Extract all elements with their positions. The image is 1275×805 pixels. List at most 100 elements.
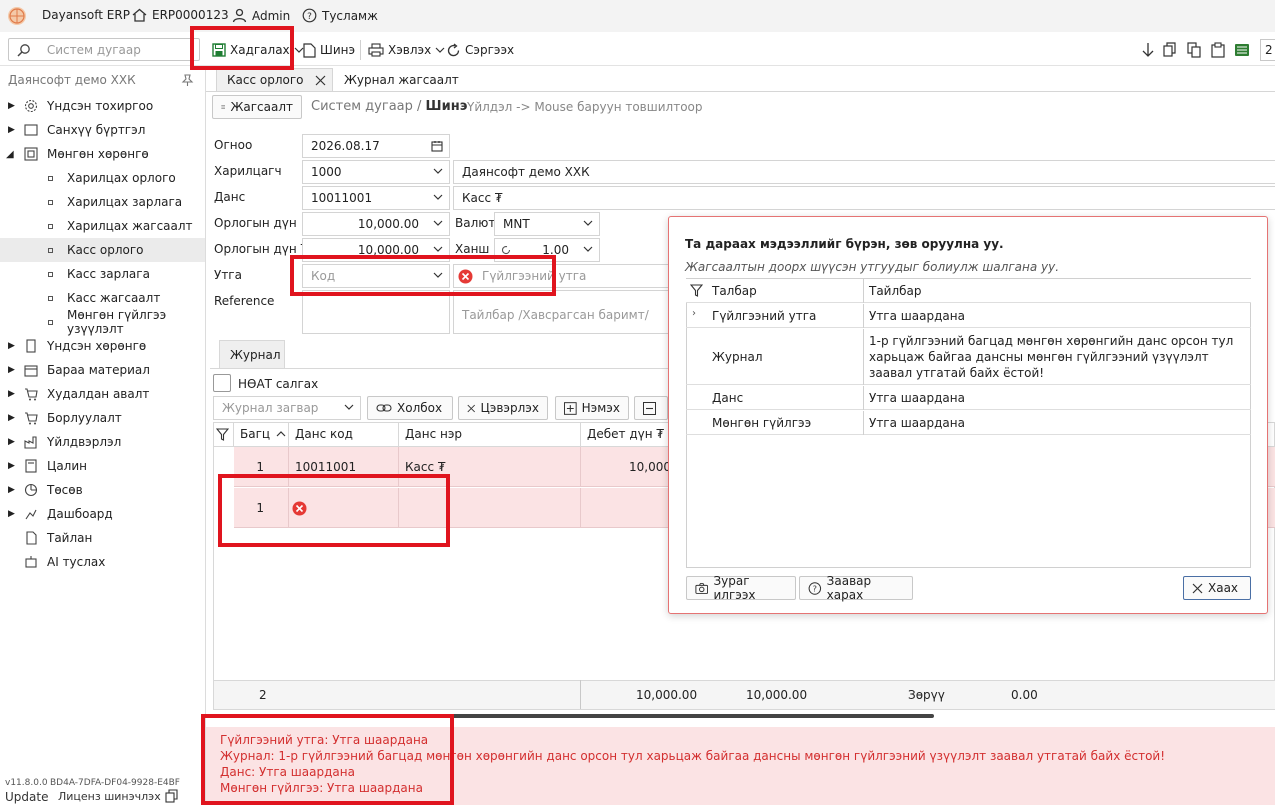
cell-debit[interactable]: 10,000 (581, 447, 671, 487)
new-button[interactable]: Шинэ (303, 39, 355, 61)
license-update-link[interactable]: Лиценз шинэчлэх (58, 790, 161, 803)
error-table-row[interactable]: › Гүйлгээний утга Утга шаардана (686, 304, 1251, 328)
rate-field[interactable]: 1.00 (494, 238, 600, 262)
toolbar: Систем дугаар Хадгалах Шинэ Хэвлэх Сэргэ… (0, 34, 1275, 66)
sidebar-item-inventory[interactable]: ▶ Бараа материал (0, 358, 205, 382)
link-button-label: Холбох (397, 401, 443, 415)
link-icon (376, 404, 392, 412)
reference-field[interactable] (302, 290, 450, 334)
page-size-input[interactable]: 2 (1260, 39, 1275, 61)
sidebar-item-bank-expense[interactable]: Харилцах зарлага (0, 190, 205, 214)
excel-icon[interactable] (1234, 42, 1250, 58)
partner-code-field[interactable]: 1000 (302, 160, 450, 184)
footer-count: 2 (259, 688, 267, 702)
sidebar-item-cash-list[interactable]: Касс жагсаалт (0, 286, 205, 310)
sidebar-item-label: Мөнгөн гүйлгээ узүүлэлт (67, 308, 167, 336)
user-menu[interactable]: Admin (232, 8, 290, 23)
tab-journal[interactable]: Журнал (219, 340, 285, 369)
account-name-field[interactable]: Касс ₮ (453, 186, 1275, 210)
sidebar-item-cash[interactable]: ◢ Мөнгөн хөрөнгө (0, 142, 205, 166)
cell-batch[interactable]: 1 (234, 447, 289, 487)
column-header-account-code[interactable]: Данс код (289, 422, 399, 447)
sidebar-item-bank-list[interactable]: Харилцах жагсаалт (0, 214, 205, 238)
sidebar-item-purchase[interactable]: ▶ Худалдан авалт (0, 382, 205, 406)
refresh-button[interactable]: Сэргээх (446, 39, 514, 61)
expand-arrow-icon: ▶ (8, 413, 15, 423)
transaction-value-field[interactable]: Гүйлгээний утга (453, 264, 683, 288)
save-button[interactable]: Хадгалах (212, 39, 304, 61)
copy-icon[interactable] (1163, 42, 1177, 58)
amount-mnt-field[interactable]: 10,000.00 (302, 238, 450, 262)
tab-journal-list[interactable]: Журнал жагсаалт (334, 68, 469, 91)
sidebar-item-sales[interactable]: ▶ Борлуулалт (0, 406, 205, 430)
clipboard-icon[interactable] (1211, 42, 1225, 58)
sidebar-item-label: Дашбоард (47, 507, 113, 521)
cell-debit[interactable] (581, 488, 671, 528)
add-button[interactable]: Нэмэх (555, 396, 629, 420)
database-selector[interactable]: ERP0000123 (132, 8, 229, 22)
sidebar-item-reports[interactable]: Тайлан (0, 526, 205, 550)
error-line: Данс: Утга шаардана (220, 765, 355, 779)
tab-divider (206, 91, 1275, 92)
sidebar-item-fixed-assets[interactable]: ▶ Үндсэн хөрөнгө (0, 334, 205, 358)
grid-filter-button[interactable] (213, 422, 234, 447)
print-button[interactable]: Хэвлэх (368, 39, 445, 61)
clear-button[interactable]: Цэвэрлэх (458, 396, 548, 420)
arrow-down-icon[interactable] (1141, 42, 1155, 58)
sidebar-item-bank-income[interactable]: Харилцах орлого (0, 166, 205, 190)
copy-license-icon[interactable] (165, 789, 178, 803)
sidebar-item-ai-assistant[interactable]: AI туслах (0, 550, 205, 574)
filter-icon[interactable] (690, 284, 703, 297)
sidebar-item-cash-income[interactable]: Касс орлого (0, 238, 205, 262)
cashflow-code-field[interactable]: Код (302, 264, 450, 288)
journal-template-select[interactable]: Журнал загвар (213, 396, 361, 420)
send-screenshot-button[interactable]: Зураг илгээх (686, 574, 796, 602)
close-dialog-button[interactable]: Хаах (1183, 576, 1251, 600)
sidebar-item-production[interactable]: ▶ Үйлдвэрлэл (0, 430, 205, 454)
refresh-rate-icon[interactable] (501, 245, 511, 255)
description-field[interactable]: Тайлбар /Хавсрагсан баримт/ (453, 290, 683, 334)
tab-cash-income[interactable]: Касс орлого (216, 68, 333, 91)
close-icon (467, 404, 476, 412)
horizontal-scrollbar[interactable] (222, 714, 934, 718)
error-table-row[interactable]: Журнал 1-р гүйлгээний багцад мөнгөн хөрө… (686, 329, 1251, 385)
vat-checkbox[interactable] (213, 374, 231, 392)
amount-field[interactable]: 10,000.00 (302, 212, 450, 236)
cell-account-name[interactable]: Касс ₮ (399, 447, 581, 487)
expand-arrow-icon: ▶ (8, 437, 15, 447)
sidebar-item-budget[interactable]: ▶ Төсөв (0, 478, 205, 502)
update-link[interactable]: Update (5, 790, 48, 804)
view-guide-button[interactable]: ? Заавар харах (799, 574, 913, 602)
cell-account-code[interactable]: 10011001 (289, 447, 399, 487)
sidebar-item-dashboard[interactable]: ▶ Дашбоард (0, 502, 205, 526)
system-number-search[interactable]: Систем дугаар (8, 38, 200, 61)
date-field[interactable]: 2026.08.17 (302, 134, 450, 158)
partner-name-field[interactable]: Даянсофт демо ХХК (453, 160, 1275, 184)
sidebar-item-finance[interactable]: ▶ Санхүү бүртгэл (0, 118, 205, 142)
currency-select[interactable]: MNT (494, 212, 600, 236)
cell-account-name[interactable] (399, 488, 581, 528)
sidebar-item-basic-settings[interactable]: ▶ Үндсэн тохиргоо (0, 94, 205, 118)
help-button[interactable]: ? Тусламж (302, 8, 378, 23)
view-guide-label: Заавар харах (826, 574, 872, 602)
sidebar-item-cash-expense[interactable]: Касс зарлага (0, 262, 205, 286)
list-button[interactable]: Жагсаалт (212, 95, 302, 119)
error-table-row[interactable]: Мөнгөн гүйлгээ Утга шаардана (686, 411, 1251, 435)
link-button[interactable]: Холбох (367, 396, 453, 420)
account-code-field[interactable]: 10011001 (302, 186, 450, 210)
sidebar-item-payroll[interactable]: ▶ Цалин (0, 454, 205, 478)
user-name: Admin (252, 8, 291, 23)
calendar-icon[interactable] (431, 140, 443, 152)
error-table-row[interactable]: Данс Утга шаардана (686, 386, 1251, 410)
cell-batch[interactable]: 1 (234, 488, 289, 528)
close-icon[interactable] (315, 75, 326, 86)
pin-icon[interactable] (181, 74, 194, 87)
chevron-down-icon (433, 220, 443, 226)
sidebar-item-label: Үндсэн хөрөнгө (47, 339, 147, 353)
column-header-batch[interactable]: Багц (234, 422, 289, 447)
sidebar-item-cashflow-indicator[interactable]: Мөнгөн гүйлгээ узүүлэлт (0, 308, 205, 336)
remove-button[interactable] (634, 396, 668, 420)
duplicate-icon[interactable] (1187, 42, 1201, 58)
column-header-account-name[interactable]: Данс нэр (399, 422, 581, 447)
cell-account-code[interactable] (289, 488, 399, 528)
